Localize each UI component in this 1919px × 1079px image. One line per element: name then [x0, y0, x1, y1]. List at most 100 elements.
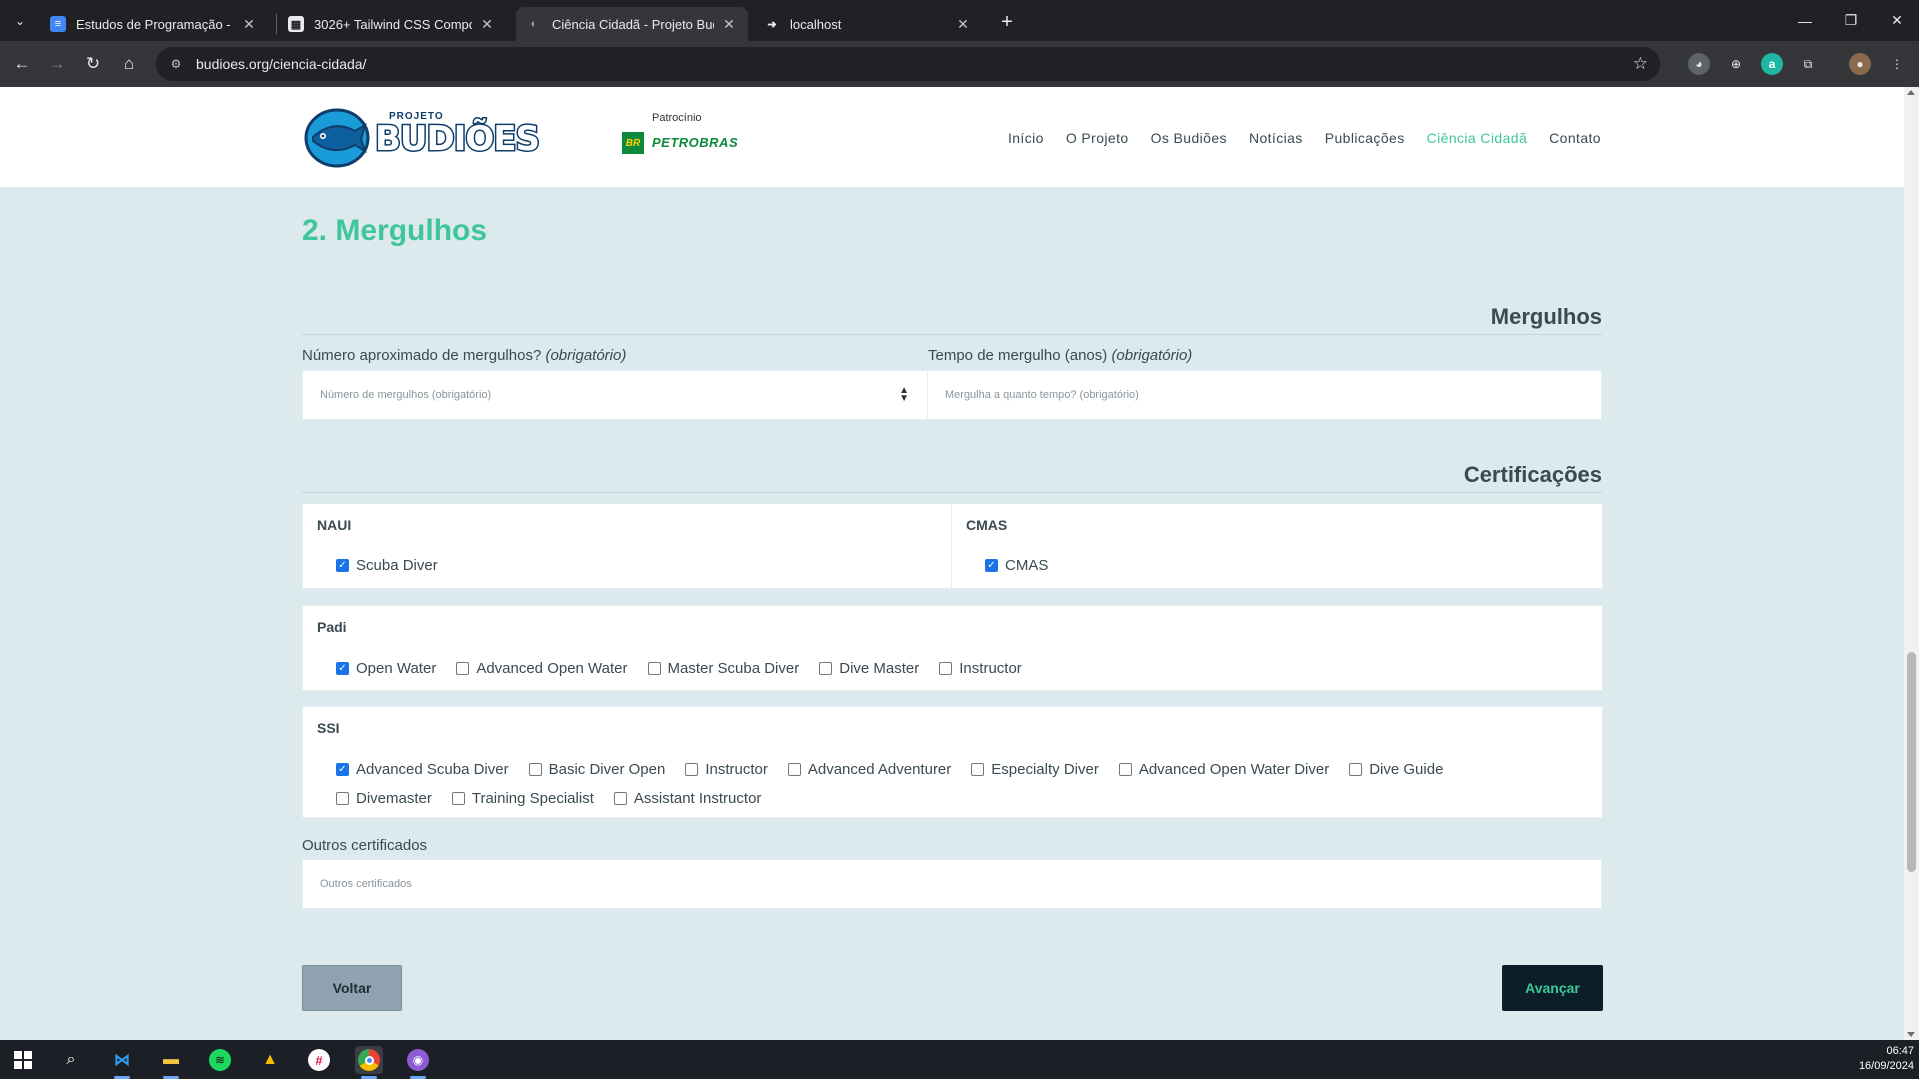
- nav-contato[interactable]: Contato: [1549, 130, 1601, 146]
- extension-icon[interactable]: ◕: [1688, 53, 1710, 75]
- minimize-icon[interactable]: —: [1782, 0, 1828, 41]
- checkbox-option[interactable]: Advanced Open Water: [456, 660, 628, 677]
- scroll-down-icon[interactable]: [1907, 1032, 1915, 1037]
- avancar-button[interactable]: Avançar: [1502, 965, 1603, 1011]
- cert-group-naui: NAUI ✓ Scuba Diver: [302, 503, 952, 589]
- checkbox-icon[interactable]: [971, 763, 985, 776]
- certificacoes-heading: Certificações: [302, 462, 1602, 493]
- checkbox-icon[interactable]: [528, 763, 542, 776]
- nav-ciencia-cidada[interactable]: Ciência Cidadã: [1427, 130, 1528, 146]
- close-tab-icon[interactable]: ✕: [954, 15, 972, 33]
- tempo-mergulho-input[interactable]: Mergulha a quanto tempo? (obrigatório): [927, 370, 1602, 420]
- file-explorer-icon[interactable]: ▬: [157, 1046, 185, 1074]
- page-scrollbar[interactable]: [1904, 87, 1919, 1040]
- close-tab-icon[interactable]: ✕: [478, 15, 496, 33]
- checkbox-icon[interactable]: [451, 792, 465, 805]
- sponsor-name[interactable]: PETROBRAS: [652, 135, 738, 150]
- checkbox-icon[interactable]: [685, 763, 699, 776]
- browser-toolbar: ← → ↻ ⌂ ⚙ budioes.org/ciencia-cidada/ ☆ …: [0, 41, 1919, 87]
- checkbox-icon[interactable]: [647, 662, 661, 675]
- sponsor-label: Patrocínio: [652, 112, 702, 124]
- home-icon[interactable]: ⌂: [115, 50, 143, 78]
- slack-logo-icon: #: [308, 1049, 330, 1071]
- checkbox-option[interactable]: ✓ Scuba Diver: [336, 557, 438, 574]
- checkbox-checked-icon[interactable]: ✓: [336, 763, 349, 776]
- page-icon: ▦: [288, 16, 304, 32]
- checkbox-option[interactable]: Instructor: [685, 761, 768, 778]
- checkbox-option[interactable]: Assistant Instructor: [613, 790, 761, 807]
- checkbox-option[interactable]: Master Scuba Diver: [647, 660, 799, 677]
- checkbox-option[interactable]: Basic Diver Open: [528, 761, 665, 778]
- checkbox-option[interactable]: Dive Guide: [1349, 761, 1443, 778]
- bookmark-star-icon[interactable]: ☆: [1633, 54, 1648, 74]
- section-title: 2. Mergulhos: [302, 214, 488, 247]
- checkbox-option[interactable]: ✓ CMAS: [985, 557, 1048, 574]
- outros-certificados-input[interactable]: Outros certificados: [302, 859, 1602, 909]
- tab-search-icon[interactable]: ⌄: [6, 7, 34, 35]
- back-arrow-icon[interactable]: ←: [8, 50, 36, 78]
- new-tab-button[interactable]: +: [993, 8, 1021, 36]
- google-drive-icon[interactable]: ▲: [256, 1046, 284, 1074]
- system-clock[interactable]: 06:47 16/09/2024: [1859, 1044, 1914, 1074]
- profile-avatar[interactable]: ●: [1849, 53, 1871, 75]
- close-window-icon[interactable]: ✕: [1874, 0, 1919, 41]
- nav-o-projeto[interactable]: O Projeto: [1066, 130, 1129, 146]
- checkbox-option[interactable]: Divemaster: [336, 790, 432, 807]
- checkbox-icon[interactable]: [787, 763, 801, 776]
- ssi-checkbox-list: ✓ Advanced Scuba Diver Basic Diver Open …: [336, 761, 1576, 807]
- checkbox-icon[interactable]: [1118, 763, 1132, 776]
- checkbox-icon[interactable]: [939, 662, 953, 675]
- browser-tab-2[interactable]: ▦ 3026+ Tailwind CSS Componen ✕: [278, 7, 506, 41]
- checkbox-option[interactable]: Dive Master: [819, 660, 919, 677]
- checkbox-option[interactable]: Advanced Open Water Diver: [1118, 761, 1329, 778]
- slack-icon[interactable]: #: [305, 1046, 333, 1074]
- num-mergulhos-select[interactable]: Número de mergulhos (obrigatório) ▲ ▼: [302, 370, 928, 420]
- scrollbar-thumb[interactable]: [1907, 652, 1916, 872]
- checkbox-checked-icon[interactable]: ✓: [336, 559, 349, 572]
- checkbox-option[interactable]: ✓ Advanced Scuba Diver: [336, 761, 509, 778]
- restore-icon[interactable]: ❐: [1828, 0, 1874, 41]
- voltar-button[interactable]: Voltar: [302, 965, 402, 1011]
- checkbox-icon[interactable]: [456, 662, 470, 675]
- extensions-puzzle-icon[interactable]: ⧉: [1797, 53, 1819, 75]
- url-text: budioes.org/ciencia-cidada/: [196, 56, 367, 72]
- clock-time: 06:47: [1886, 1045, 1914, 1057]
- vscode-icon[interactable]: ⋈: [108, 1046, 136, 1074]
- nav-noticias[interactable]: Notícias: [1249, 130, 1303, 146]
- checkbox-option[interactable]: ✓ Open Water: [336, 660, 436, 677]
- nav-inicio[interactable]: Início: [1008, 130, 1044, 146]
- close-tab-icon[interactable]: ✕: [720, 15, 738, 33]
- menu-kebab-icon[interactable]: ⋮: [1886, 53, 1908, 75]
- extension-a-icon[interactable]: a: [1761, 53, 1783, 75]
- checkbox-icon[interactable]: [613, 792, 627, 805]
- checkbox-checked-icon[interactable]: ✓: [985, 559, 998, 572]
- checkbox-option[interactable]: Instructor: [939, 660, 1022, 677]
- chrome-icon[interactable]: [355, 1046, 383, 1074]
- site-info-icon[interactable]: ⚙: [168, 56, 184, 72]
- main-nav: Início O Projeto Os Budiões Notícias Pub…: [1008, 130, 1601, 146]
- windows-start-icon[interactable]: [9, 1046, 37, 1074]
- checkbox-option[interactable]: Advanced Adventurer: [787, 761, 951, 778]
- browser-tab-1[interactable]: ≡ Estudos de Programação - Me ✕: [40, 7, 268, 41]
- browser-tab-4[interactable]: ➜ localhost ✕: [754, 7, 982, 41]
- budioes-logo[interactable]: PROJETO BUDIÕES: [303, 107, 542, 169]
- checkbox-checked-icon[interactable]: ✓: [336, 662, 349, 675]
- nav-os-budioes[interactable]: Os Budiões: [1151, 130, 1227, 146]
- reload-icon[interactable]: ↻: [79, 50, 107, 78]
- checkbox-icon[interactable]: [819, 662, 833, 675]
- search-icon[interactable]: ⌕: [57, 1046, 85, 1074]
- browser-tab-3-active[interactable]: ◐ Ciência Cidadã - Projeto Budiõ ✕: [516, 7, 748, 41]
- forward-arrow-icon[interactable]: →: [43, 50, 71, 78]
- spotify-icon[interactable]: ≋: [206, 1046, 234, 1074]
- checkbox-option[interactable]: Especialty Diver: [971, 761, 1099, 778]
- address-bar[interactable]: ⚙ budioes.org/ciencia-cidada/ ☆: [156, 47, 1660, 81]
- checkbox-icon[interactable]: [336, 792, 349, 805]
- cert-group-padi: Padi ✓ Open Water Advanced Open Water Ma…: [302, 605, 1603, 691]
- scroll-up-icon[interactable]: [1907, 90, 1915, 95]
- nav-publicacoes[interactable]: Publicações: [1325, 130, 1405, 146]
- checkbox-icon[interactable]: [1349, 763, 1363, 776]
- extension-globe-icon[interactable]: ⊕: [1725, 53, 1747, 75]
- checkbox-option[interactable]: Training Specialist: [451, 790, 594, 807]
- github-desktop-icon[interactable]: ◉: [404, 1046, 432, 1074]
- close-tab-icon[interactable]: ✕: [240, 15, 258, 33]
